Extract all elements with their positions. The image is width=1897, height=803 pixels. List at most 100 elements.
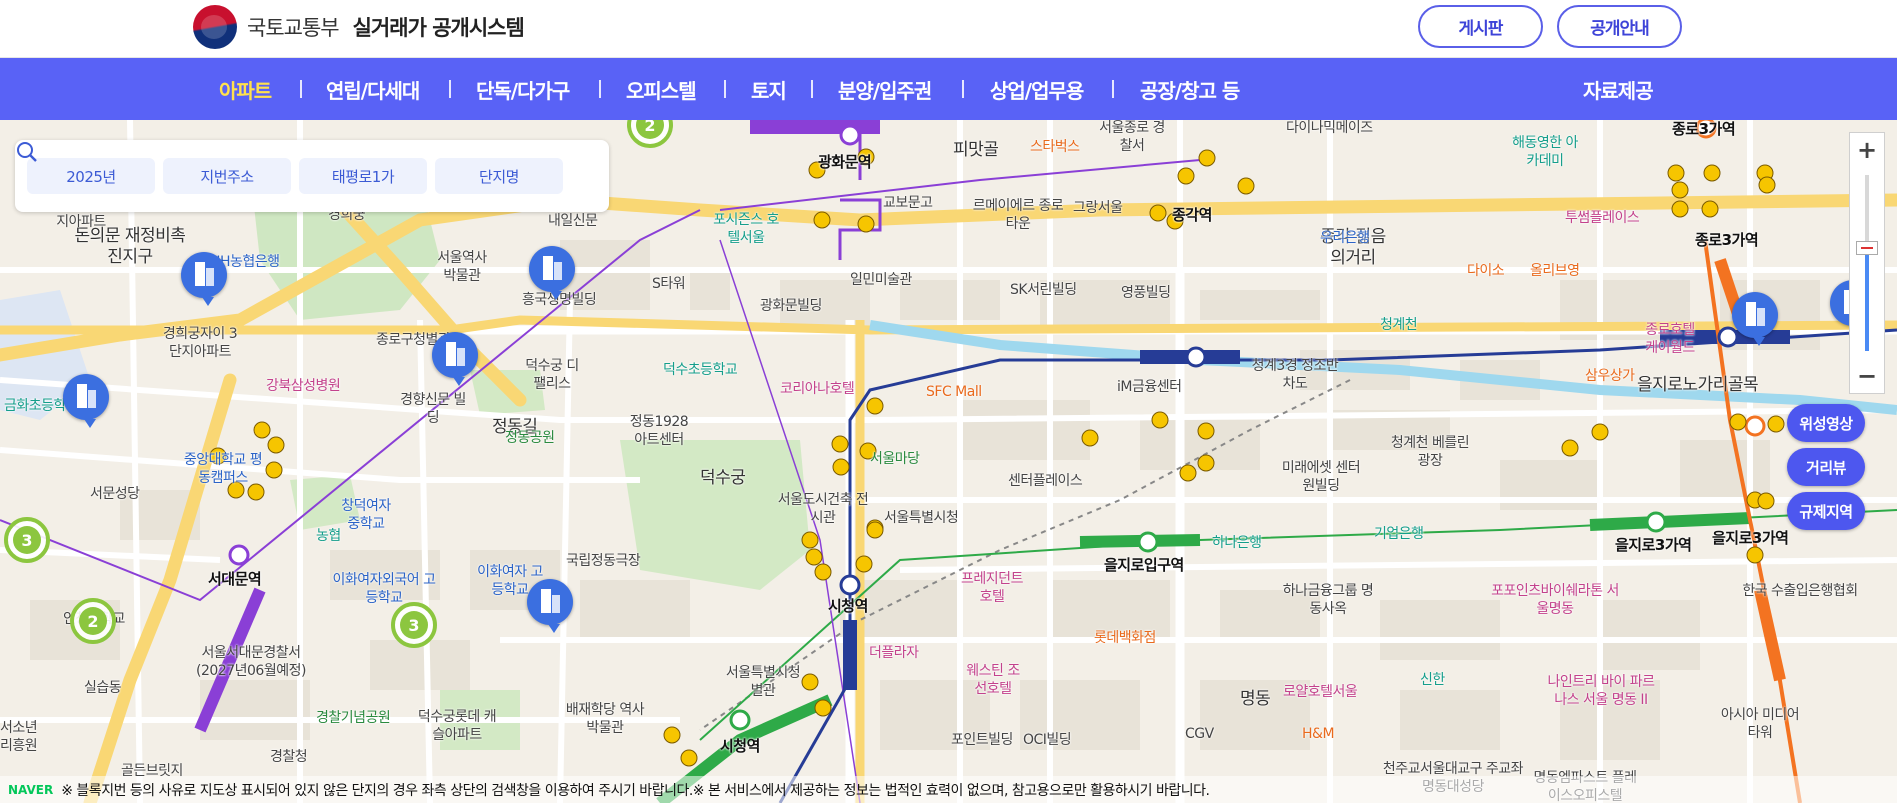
- dong-select[interactable]: 태평로1가: [299, 158, 427, 194]
- apartment-marker-icon[interactable]: [1732, 292, 1778, 346]
- place-label: 프레지던트 호텔: [961, 571, 1023, 605]
- zoom-level-fill: [1865, 251, 1869, 351]
- place-label: 서울마당: [870, 451, 920, 467]
- address-type-select[interactable]: 지번주소: [163, 158, 291, 194]
- place-label: 영풍빌딩: [1121, 285, 1171, 301]
- tab-apartment[interactable]: 아파트: [219, 75, 272, 104]
- apartment-marker-icon[interactable]: [432, 332, 478, 386]
- place-label: 서울특별시청: [884, 510, 959, 526]
- place-label: 해동영한 아카데미: [1512, 135, 1578, 169]
- place-label: 정동공원: [505, 430, 555, 446]
- apartment-marker-icon[interactable]: [63, 374, 109, 428]
- place-label: 경향신문 빌딩: [400, 392, 466, 426]
- zoom-in-button[interactable]: +: [1850, 135, 1884, 165]
- tab-commercial[interactable]: 상업/업무용: [990, 75, 1084, 104]
- place-label: 정동1928 아트센터: [629, 414, 689, 448]
- top-header: 국토교통부 실거래가 공개시스템 게시판 공개안내: [0, 0, 1897, 58]
- site-logo[interactable]: 국토교통부 실거래가 공개시스템: [193, 4, 525, 50]
- board-button[interactable]: 게시판: [1418, 5, 1543, 48]
- satellite-view-button[interactable]: 위성영상: [1787, 404, 1865, 442]
- place-label: 청계천 베를린광장: [1390, 435, 1470, 469]
- place-label: 스타벅스: [1030, 139, 1080, 155]
- system-title: 실거래가 공개시스템: [352, 16, 525, 40]
- place-label: 강북삼성병원: [266, 378, 341, 394]
- place-label: 기업은행: [1374, 526, 1424, 542]
- place-label: 광화문빌딩: [760, 298, 822, 314]
- station-label: 시청역: [828, 597, 868, 615]
- place-label: H&M: [1302, 726, 1335, 742]
- deal-cluster-marker[interactable]: 3: [4, 517, 50, 563]
- street-view-button[interactable]: 거리뷰: [1787, 448, 1865, 486]
- regulated-area-button[interactable]: 규제지역: [1787, 492, 1865, 530]
- place-label: 하나금융그룹 명동사옥: [1282, 583, 1374, 617]
- tab-row-house[interactable]: 연립/다세대: [326, 75, 420, 104]
- place-label: 배재학당 역사박물관: [565, 702, 645, 736]
- ministry-name: 국토교통부: [247, 16, 340, 40]
- place-label: 다이나믹메이즈: [1286, 120, 1373, 136]
- station-label: 서대문역: [208, 570, 262, 588]
- place-label: 아시아 미디어타워: [1720, 707, 1800, 741]
- area-label: 돈의문 재정비촉진지구: [74, 226, 186, 268]
- place-label: 포인트빌딩: [951, 732, 1013, 748]
- tab-officetel[interactable]: 오피스텔: [626, 75, 697, 104]
- tab-factory-warehouse[interactable]: 공장/창고 등: [1140, 75, 1240, 104]
- place-label: 경찰청: [270, 749, 308, 765]
- place-label: 서울역사 박물관: [437, 250, 487, 284]
- place-label: 경희궁자이 3단지아파트: [162, 326, 238, 360]
- place-label: 서울종로 경찰서: [1099, 120, 1165, 154]
- place-label: 더플라자: [869, 645, 919, 661]
- zoom-out-button[interactable]: −: [1850, 361, 1884, 391]
- station-label: 광화문역: [818, 153, 872, 171]
- place-label: 서문성당: [90, 486, 140, 502]
- year-select[interactable]: 2025년: [27, 158, 155, 194]
- place-label: 종로호텔 케이월드: [1645, 322, 1695, 356]
- apartment-marker-icon[interactable]: [529, 246, 575, 300]
- station-label: 을지로3가역: [1712, 529, 1789, 547]
- place-label: 일민미술관: [850, 272, 912, 288]
- station-label: 시청역: [720, 737, 760, 755]
- place-label: 국립정동극장: [566, 553, 641, 569]
- place-label: 경찰기념공원: [316, 710, 391, 726]
- disclosure-guide-button[interactable]: 공개안내: [1557, 5, 1682, 48]
- map-canvas[interactable]: 피맛골 종각 젊음의거리 정동길 덕수궁 명동 을지로노가리골목 돈의문 재정비…: [0, 120, 1897, 803]
- cluster-count: 3: [13, 526, 41, 554]
- place-label: 미래에셋 센터원빌딩: [1281, 460, 1361, 494]
- place-label: CGV: [1185, 726, 1214, 742]
- station-label: 을지로입구역: [1104, 556, 1184, 574]
- place-label: 우리은행: [1320, 230, 1370, 246]
- place-label: 서소년 리흥원: [0, 720, 38, 754]
- deal-cluster-marker[interactable]: 2: [70, 598, 116, 644]
- place-label: 로얄호텔서울: [1283, 684, 1358, 700]
- taegeuk-logo-icon: [193, 5, 237, 49]
- place-label: iM금융센터: [1117, 379, 1182, 395]
- area-label: 피맛골: [953, 140, 999, 160]
- tab-presale[interactable]: 분양/입주권: [838, 75, 932, 104]
- tab-land[interactable]: 토지: [751, 75, 787, 104]
- complex-name-select[interactable]: 단지명: [435, 158, 563, 194]
- nav-divider: [811, 80, 813, 98]
- deal-cluster-marker[interactable]: 3: [391, 602, 437, 648]
- place-label: 덕수초등학교: [663, 362, 738, 378]
- area-label: 덕수궁: [700, 468, 746, 488]
- place-label: 다이소: [1467, 263, 1505, 279]
- naver-logo: NAVER: [8, 782, 54, 797]
- nav-divider: [449, 80, 451, 98]
- data-provision-link[interactable]: 자료제공: [1583, 75, 1654, 104]
- search-icon[interactable]: [15, 140, 39, 164]
- apartment-marker-icon[interactable]: [181, 252, 227, 306]
- place-label: OCI빌딩: [1023, 732, 1072, 748]
- place-label: 신한: [1420, 672, 1445, 688]
- place-label: 실습동: [84, 680, 122, 696]
- tab-detached-house[interactable]: 단독/다가구: [476, 75, 570, 104]
- place-label: 삼우상가: [1585, 368, 1635, 384]
- station-label: 을지로3가역: [1615, 536, 1692, 554]
- area-label: 청계천: [1380, 317, 1418, 333]
- apartment-marker-icon[interactable]: [527, 579, 573, 633]
- nav-divider: [724, 80, 726, 98]
- place-label: 나인트리 바이 파르나스 서울 명동 II: [1547, 674, 1655, 708]
- zoom-slider-handle[interactable]: [1856, 241, 1878, 255]
- place-label: 창덕여자 중학교: [341, 498, 391, 532]
- main-nav: 아파트 연립/다세대 단독/다가구 오피스텔 토지 분양/입주권 상업/업무용 …: [0, 58, 1897, 120]
- notice-text: ※ 블록지번 등의 사유로 지도상 표시되어 있지 않은 단지의 경우 좌측 상…: [61, 782, 1210, 799]
- station-label: 종로3가역: [1672, 120, 1736, 138]
